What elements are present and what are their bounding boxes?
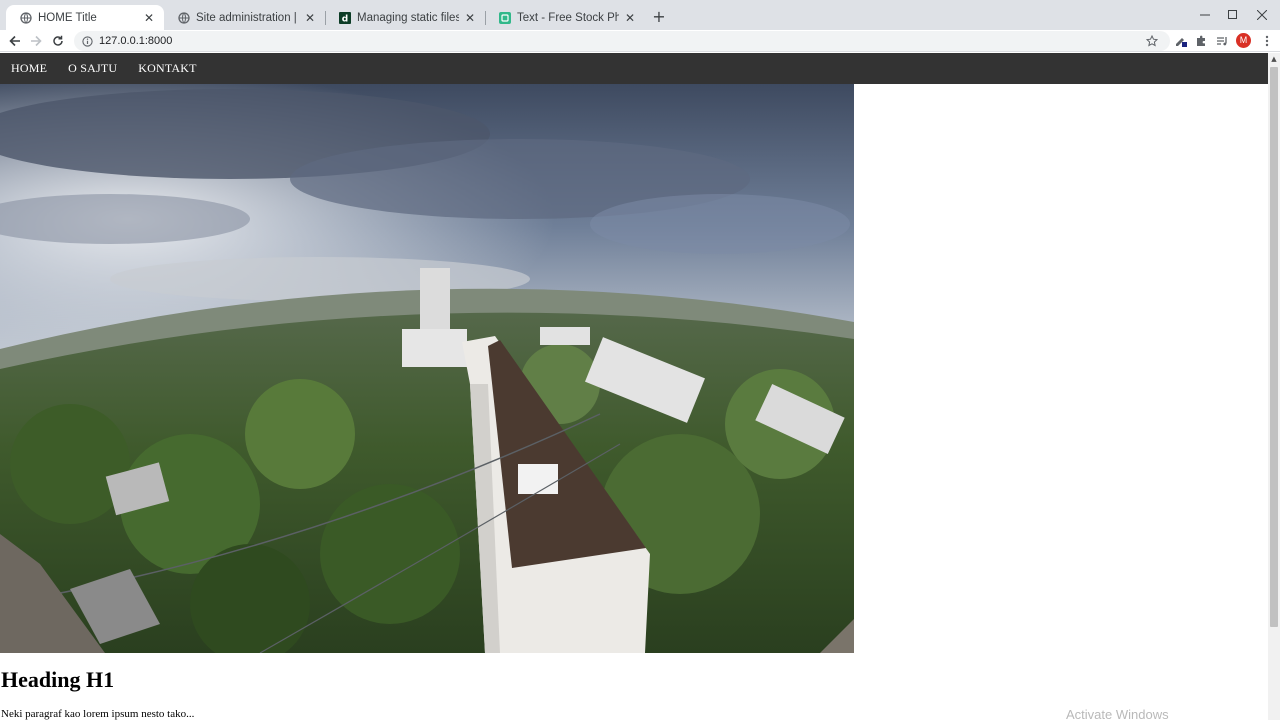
menu-kebab-icon[interactable]: [1258, 32, 1276, 50]
tab-close-icon[interactable]: ✕: [303, 11, 317, 25]
close-window-button[interactable]: [1244, 0, 1280, 30]
page-viewport: HOME O SAJTU KONTAKT Heading H1 Neki par…: [0, 53, 1268, 720]
globe-icon: [20, 11, 32, 24]
tab-title: Site administration | Django site: [196, 11, 299, 24]
extension-pen-icon[interactable]: [1172, 32, 1190, 50]
page-scrollbar[interactable]: ▲: [1268, 53, 1280, 720]
scroll-up-arrow-icon[interactable]: ▲: [1268, 53, 1280, 65]
activate-windows-watermark: Activate Windows: [1066, 707, 1169, 720]
reload-button[interactable]: [49, 32, 67, 50]
info-icon[interactable]: [82, 32, 93, 51]
page-paragraph: Neki paragraf kao lorem ipsum nesto tako…: [1, 708, 195, 720]
address-text: 127.0.0.1:8000: [99, 35, 173, 47]
address-bar[interactable]: 127.0.0.1:8000: [74, 31, 1170, 51]
globe-icon: [178, 11, 190, 24]
tab-django-admin[interactable]: Site administration | Django site ✕: [164, 5, 326, 30]
browser-toolbar: 127.0.0.1:8000 M: [0, 30, 1280, 52]
django-docs-icon: d: [339, 11, 351, 24]
tab-strip: HOME Title ✕ Site administration | Djang…: [0, 0, 1280, 30]
tab-stock-photo[interactable]: Text - Free Stock Photo ✕: [485, 5, 645, 30]
bookmark-star-icon[interactable]: [1143, 32, 1161, 50]
back-button[interactable]: [6, 32, 24, 50]
tab-close-icon[interactable]: ✕: [463, 11, 477, 25]
tab-home[interactable]: HOME Title ✕: [6, 5, 164, 30]
nav-contact-link[interactable]: KONTAKT: [138, 61, 196, 76]
tab-close-icon[interactable]: ✕: [623, 11, 637, 25]
hero-image: [0, 84, 854, 653]
svg-text:d: d: [342, 14, 348, 24]
extensions-puzzle-icon[interactable]: [1192, 32, 1210, 50]
nav-about-link[interactable]: O SAJTU: [68, 61, 117, 76]
media-queue-icon[interactable]: [1213, 32, 1231, 50]
profile-avatar[interactable]: M: [1236, 33, 1251, 48]
page-heading: Heading H1: [1, 667, 115, 692]
forward-button[interactable]: [27, 32, 45, 50]
tab-close-icon[interactable]: ✕: [142, 11, 156, 25]
site-navbar: HOME O SAJTU KONTAKT: [0, 53, 1268, 84]
scrollbar-thumb[interactable]: [1270, 67, 1278, 627]
photo-site-icon: [499, 11, 511, 24]
nav-home-link[interactable]: HOME: [11, 61, 47, 76]
tab-title: HOME Title: [38, 11, 97, 24]
tab-static-files-docs[interactable]: d Managing static files (e.g. image ✕: [325, 5, 486, 30]
tab-title: Text - Free Stock Photo: [517, 11, 619, 24]
tab-title: Managing static files (e.g. image: [357, 11, 459, 24]
new-tab-button[interactable]: +: [650, 8, 668, 26]
